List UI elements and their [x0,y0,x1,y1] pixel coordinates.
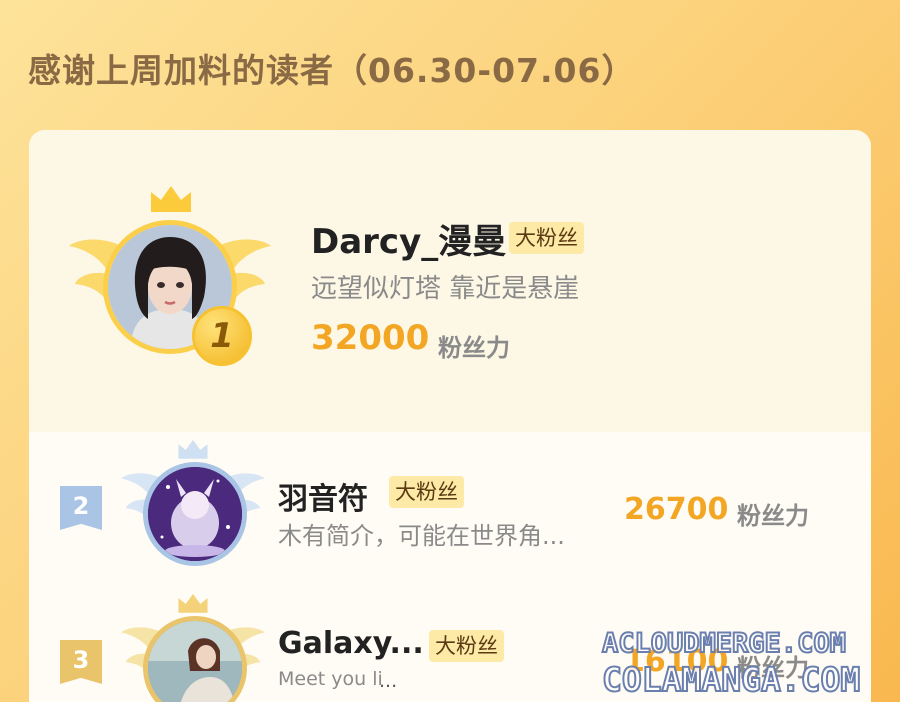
fan-signature: 木有简介，可能在世界角... [278,522,565,550]
rank-medal-1: 1 [192,306,252,366]
fan-score: 26700 [624,492,729,527]
fan-leaderboard-card: 1 Darcy_漫曼 大粉丝 远望似灯塔 靠近是悬崖 32000 粉丝力 2 羽… [29,130,871,702]
avatar[interactable] [143,462,247,566]
fan-name[interactable]: Darcy_漫曼 [311,214,506,263]
fan-score-unit: 粉丝力 [438,334,510,362]
fan-signature: Meet you li [278,668,383,690]
avatar-portrait [148,621,242,702]
fan-score-unit: 粉丝力 [737,502,809,530]
fan-signature: 远望似灯塔 靠近是悬崖 [311,274,580,304]
fan-score: 32000 [311,318,430,358]
rank-ribbon-3: 3 [60,640,102,684]
watermark-line-1: ACLOUDMERGE.COM [601,627,847,660]
fan-level-badge: 大粉丝 [429,630,504,662]
fan-level-badge: 大粉丝 [389,476,464,508]
page-title: 感谢上周加料的读者（06.30-07.06） [28,51,636,90]
fan-name[interactable]: 羽音符 [278,474,368,518]
ellipsis: ... [379,670,398,692]
watermark-line-2: COLAMANGA.COM [601,659,861,700]
rank-ribbon-2: 2 [60,486,102,530]
crown-icon [178,593,208,613]
crown-icon [178,439,208,459]
fan-name[interactable]: Galaxy... [278,626,424,661]
fan-level-badge: 大粉丝 [509,222,584,254]
crown-icon [151,186,191,212]
avatar-portrait [148,467,242,561]
